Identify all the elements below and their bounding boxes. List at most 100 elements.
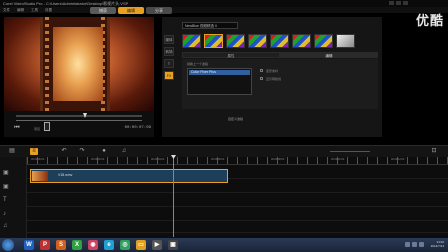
film-strip-image: [40, 17, 110, 111]
zoom-slider[interactable]: [330, 151, 370, 152]
menu-bar: 文件 编辑 工具 设置: [0, 7, 448, 13]
filter-thumbnails: [182, 34, 355, 48]
volume-icon[interactable]: [412, 242, 417, 247]
step-share[interactable]: 分享: [146, 7, 172, 14]
player-app-icon[interactable]: ▣: [168, 240, 178, 250]
applied-filter-list[interactable]: Color Fixer Plus: [187, 68, 252, 95]
ruler-tick-label: 00:00:00:00: [31, 158, 45, 161]
videostudio-app-icon[interactable]: ▶: [152, 240, 162, 250]
distort-clip-checkbox[interactable]: [260, 69, 263, 72]
minimize-button[interactable]: [389, 1, 394, 5]
film-frame: [53, 27, 103, 101]
menu-edit[interactable]: 编辑: [17, 8, 24, 13]
window-controls: [389, 1, 408, 5]
tab-attribute[interactable]: 属性: [182, 52, 280, 58]
start-button[interactable]: [2, 239, 14, 251]
media-app-icon[interactable]: ◉: [88, 240, 98, 250]
wps-app-icon[interactable]: S: [56, 240, 66, 250]
tab-transition[interactable]: 转场: [164, 47, 174, 56]
storyboard-view-icon[interactable]: ▤: [8, 148, 16, 155]
timeline-ruler[interactable]: 00:00:00:00 00:00:02:00 00:00:04:00 00:0…: [27, 157, 448, 165]
filter-thumb[interactable]: [204, 34, 223, 48]
track-headers: ▣ ▣ T ♪ ♫: [0, 157, 27, 238]
timecode[interactable]: 00:00:07:09: [125, 126, 151, 130]
filter-thumb[interactable]: [182, 34, 201, 48]
play-button[interactable]: [44, 122, 50, 131]
step-edit[interactable]: 编辑: [118, 7, 144, 14]
system-clock[interactable]: 14:02 2014/7/14: [431, 240, 444, 248]
filter-thumb[interactable]: [292, 34, 311, 48]
timeline-view-icon[interactable]: ≡: [30, 148, 38, 155]
project-label: 项目: [34, 127, 41, 131]
ruler-tick-label: 00:00:10:00: [331, 158, 345, 161]
sprocket-holes-left: [45, 17, 49, 111]
voice-track[interactable]: [27, 209, 448, 221]
ruler-tick-label: 00:00:08:00: [271, 158, 285, 161]
title-track-icon[interactable]: T: [3, 197, 23, 207]
title-bar: Corel VideoStudio Pro - C:\Users\Adminis…: [0, 0, 448, 7]
start-icon[interactable]: ⏮: [14, 125, 20, 131]
ruler-tick-label: 00:00:04:00: [151, 158, 165, 161]
folder-app-icon[interactable]: ▭: [136, 240, 146, 250]
scrub-bar[interactable]: [16, 115, 142, 117]
library-panel: NewBlue 视频精选 II 媒体 转场 T FX 属性 编辑 替换上一个滤镜…: [162, 17, 382, 137]
menu-tools[interactable]: 工具: [31, 8, 38, 13]
music-track[interactable]: [27, 221, 448, 233]
voice-track-icon[interactable]: ♪: [3, 211, 23, 221]
replace-filter-label: 替换上一个滤镜: [187, 62, 209, 66]
maximize-button[interactable]: [396, 1, 401, 5]
library-tabs: 媒体 转场 T FX: [164, 35, 176, 83]
taskbar: W P S X ◉ e ◎ ▭ ▶ ▣ 14:02 2014/7/14: [0, 238, 448, 252]
undo-icon[interactable]: ↶: [60, 148, 68, 155]
gallery-dropdown[interactable]: NewBlue 视频精选 II: [182, 22, 238, 29]
filter-thumb[interactable]: [336, 34, 355, 48]
filter-thumb[interactable]: [270, 34, 289, 48]
network-icon[interactable]: [405, 242, 410, 247]
music-track-icon[interactable]: ♫: [3, 223, 23, 233]
ruler-tick-label: 00:00:06:00: [211, 158, 225, 161]
excel-app-icon[interactable]: X: [72, 240, 82, 250]
chat-app-icon[interactable]: ◎: [120, 240, 130, 250]
menu-file[interactable]: 文件: [3, 8, 10, 13]
option-tabs: 属性 编辑: [182, 52, 378, 58]
fit-project-icon[interactable]: ⊡: [430, 148, 438, 155]
ime-icon[interactable]: [419, 242, 424, 247]
menu-settings[interactable]: 设置: [45, 8, 52, 13]
tab-title[interactable]: T: [164, 59, 174, 68]
filter-thumb[interactable]: [226, 34, 245, 48]
options-panel: 替换上一个滤镜 Color Fixer Plus 变形素材 显示网格线 自定义滤…: [182, 59, 378, 121]
timeline-toolbar: ▤ ≡ ↶ ↷ ● ♫ ⊡: [0, 145, 448, 157]
playhead-line[interactable]: [173, 157, 174, 237]
filter-thumb[interactable]: [248, 34, 267, 48]
word-app-icon[interactable]: W: [24, 240, 34, 250]
customize-filter-button[interactable]: 自定义滤镜: [228, 117, 258, 123]
record-icon[interactable]: ●: [100, 148, 108, 155]
grid-lines-label: 显示网格线: [266, 77, 282, 81]
ruler-tick-label: 00:00:02:00: [91, 158, 105, 161]
filter-thumb[interactable]: [314, 34, 333, 48]
mixer-icon[interactable]: ♫: [120, 148, 128, 155]
preview-controls: ⏮ 项目 00:00:07:09: [4, 111, 154, 137]
tab-filter[interactable]: FX: [164, 71, 174, 80]
transport-controls: ⏮: [14, 125, 20, 131]
distort-clip-label: 变形素材: [266, 69, 279, 73]
ppt-app-icon[interactable]: P: [40, 240, 50, 250]
clip-thumbnail: [32, 171, 48, 181]
browser-app-icon[interactable]: e: [104, 240, 114, 250]
ruler-tick-label: 00:00:12:00: [391, 158, 405, 161]
video-track-icon[interactable]: ▣: [3, 169, 23, 179]
applied-filter-item[interactable]: Color Fixer Plus: [189, 70, 250, 75]
tab-media[interactable]: 媒体: [164, 35, 174, 44]
redo-icon[interactable]: ↷: [78, 148, 86, 155]
system-tray: [405, 242, 424, 247]
overlay-track-icon[interactable]: ▣: [3, 183, 23, 193]
clip-name: V18.wmv: [58, 173, 73, 177]
video-clip[interactable]: V18.wmv: [30, 169, 228, 183]
tab-edit-options[interactable]: 编辑: [280, 52, 378, 58]
close-button[interactable]: [403, 1, 408, 5]
clock-date: 2014/7/14: [430, 244, 444, 248]
trim-bar[interactable]: [16, 120, 142, 122]
step-capture[interactable]: 捕获: [90, 7, 116, 14]
grid-lines-checkbox[interactable]: [260, 77, 263, 80]
title-track[interactable]: [27, 195, 448, 207]
